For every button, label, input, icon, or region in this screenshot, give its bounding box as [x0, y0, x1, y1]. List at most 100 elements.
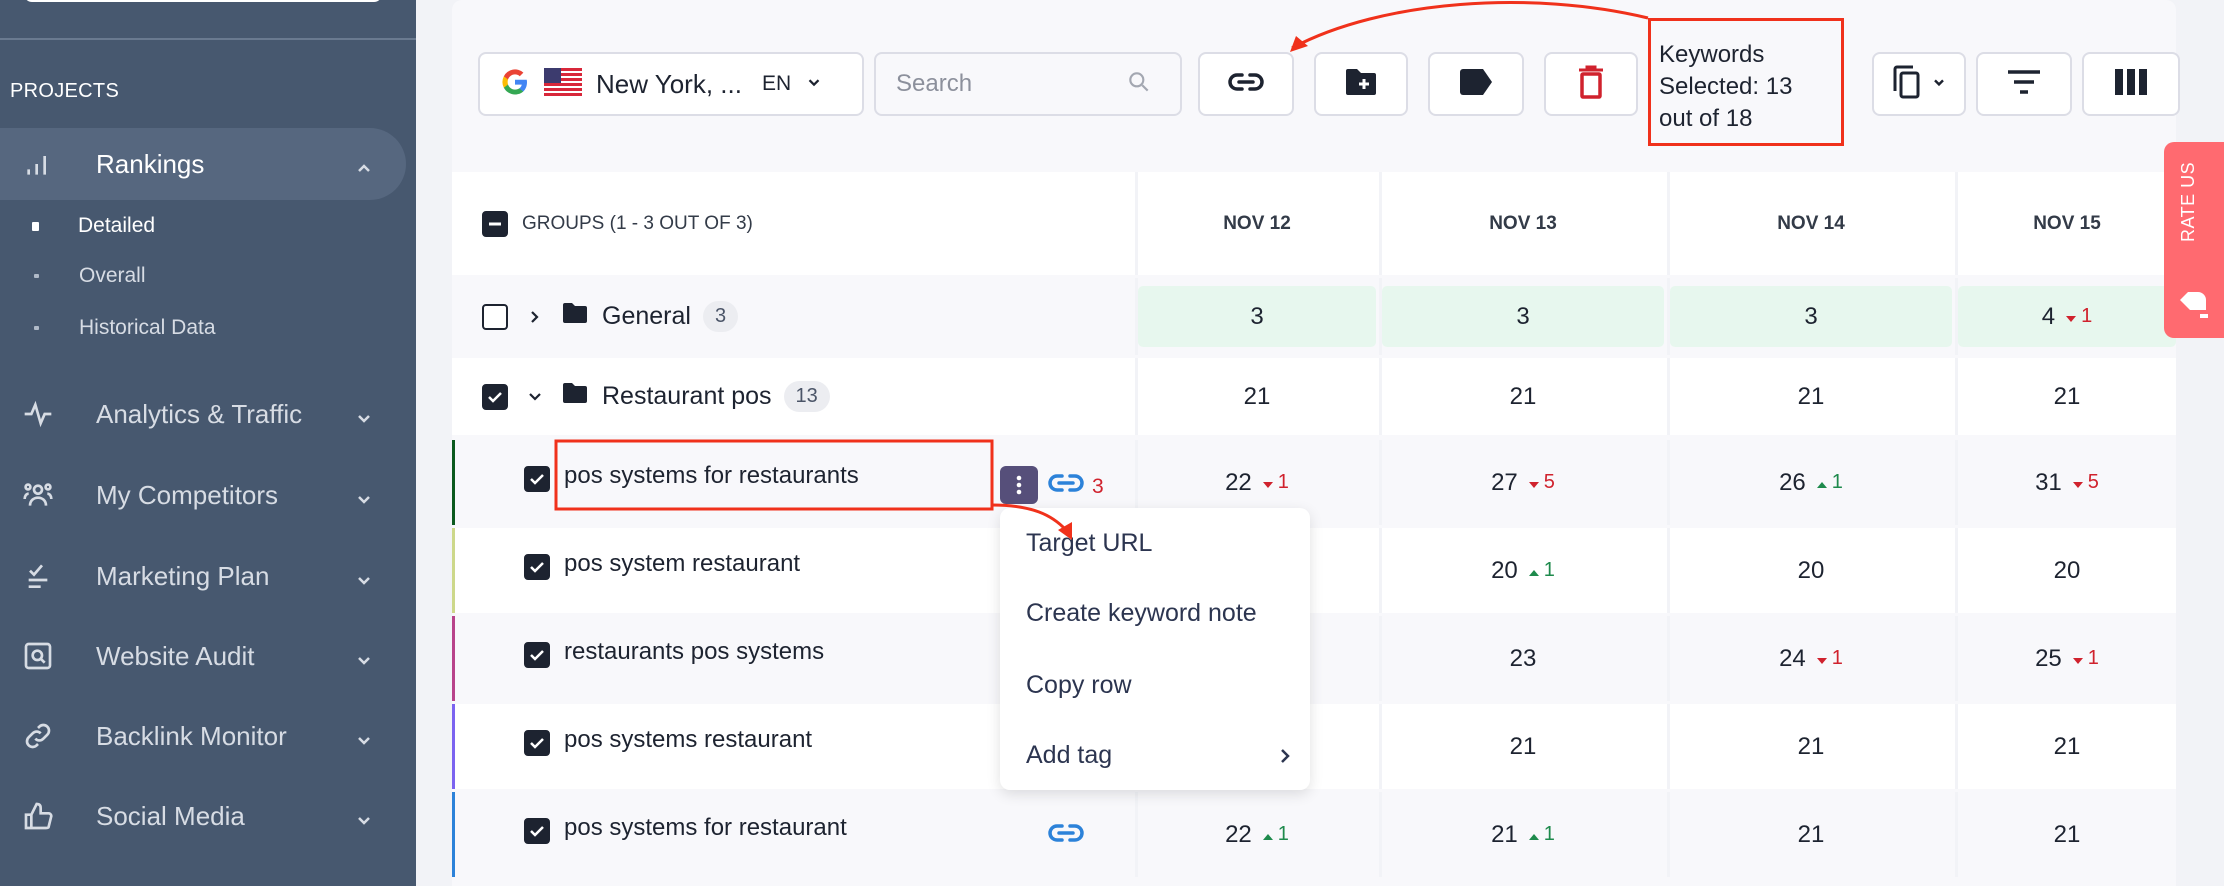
sidebar-item-website-audit[interactable]: Website Audit — [0, 620, 406, 692]
rank-value: 21 — [1797, 820, 1825, 848]
sidebar-subitem-overall[interactable]: Overall — [0, 256, 146, 296]
keyword-row[interactable]: pos systems for restaurant 22 1 21 1 21 21 — [452, 792, 2176, 877]
group-checkbox[interactable] — [482, 303, 508, 330]
chevron-down-icon[interactable] — [354, 404, 374, 424]
menu-item-target-url[interactable]: Target URL — [1000, 508, 1310, 578]
rank-change: 5 — [2087, 471, 2099, 493]
sidebar-item-backlink-monitor[interactable]: Backlink Monitor — [0, 700, 406, 772]
keyword-row[interactable]: pos systems for restaurants 3 22 1 27 5 26 1 31 5 — [452, 440, 2176, 525]
keyword-checkbox[interactable] — [524, 818, 550, 844]
rate-us-tab[interactable]: RATE US — [2164, 142, 2224, 338]
group-checkbox[interactable] — [482, 383, 508, 410]
chevron-down-icon[interactable] — [354, 566, 374, 586]
location-label: New York, ... — [596, 68, 742, 99]
more-options-button[interactable] — [1000, 466, 1038, 504]
rank-cell: 21 1 — [1379, 792, 1664, 877]
table-header-row: GROUPS (1 - 3 OUT OF 3) NOV 12 NOV 13 NO… — [452, 172, 2176, 275]
delete-button[interactable] — [1544, 52, 1638, 116]
rank-cell: 20 — [1955, 528, 2176, 613]
chevron-down-icon[interactable] — [528, 383, 542, 411]
tag-icon — [1458, 68, 1494, 101]
location-selector[interactable]: New York, ... EN — [478, 52, 864, 116]
date-header[interactable]: NOV 14 — [1667, 172, 1952, 275]
rank-change: 1 — [1831, 471, 1843, 493]
menu-item-copy-row[interactable]: Copy row — [1000, 650, 1310, 720]
rank-cell: 23 — [1379, 616, 1664, 701]
group-row[interactable]: General 3 3 3 3 4 1 — [452, 278, 2176, 355]
keyword-checkbox[interactable] — [524, 466, 550, 492]
rank-value: 24 — [1779, 644, 1806, 672]
checklist-icon — [20, 558, 56, 594]
chevron-down-icon[interactable] — [354, 726, 374, 746]
menu-item-add-tag[interactable]: Add tag — [1000, 720, 1310, 790]
sidebar-item-label: My Competitors — [96, 479, 279, 510]
date-header[interactable]: NOV 15 — [1955, 172, 2176, 275]
keyword-checkbox[interactable] — [524, 730, 550, 756]
keyword-checkbox[interactable] — [524, 642, 550, 668]
sidebar-subitem-detailed[interactable]: Detailed — [0, 206, 155, 246]
project-selector[interactable] — [24, 0, 382, 2]
rank-change: 1 — [2087, 647, 2099, 669]
keyword-row[interactable]: restaurants pos systems 23 24 1 25 1 — [452, 616, 2176, 701]
sidebar-item-label: Social Media — [96, 800, 245, 831]
sidebar-subitem-historical-data[interactable]: Historical Data — [0, 308, 216, 348]
group-row[interactable]: Restaurant pos 13 21 21 21 21 — [452, 358, 2176, 435]
sidebar-item-analytics-traffic[interactable]: Analytics & Traffic — [0, 378, 406, 450]
date-header[interactable]: NOV 13 — [1379, 172, 1664, 275]
target-url-link[interactable]: 3 — [1048, 472, 1104, 501]
select-all-checkbox[interactable] — [482, 210, 508, 237]
copy-dropdown-button[interactable] — [1872, 52, 1966, 116]
rank-value: 3 — [1516, 302, 1530, 330]
trash-icon — [1578, 65, 1604, 104]
rank-value: 20 — [1491, 556, 1518, 584]
chevron-right-icon[interactable] — [528, 303, 542, 331]
rank-cell: 21 — [1667, 358, 1952, 435]
url-count: 3 — [1092, 474, 1104, 498]
arrow-down-icon — [1816, 645, 1828, 673]
arrow-up-icon — [1262, 821, 1274, 849]
rank-cell: 24 1 — [1667, 616, 1952, 701]
groups-header-label: GROUPS (1 - 3 OUT OF 3) — [522, 212, 753, 234]
search-input[interactable] — [896, 70, 1126, 98]
target-url-button[interactable] — [1198, 52, 1294, 116]
sidebar-item-marketing-plan[interactable]: Marketing Plan — [0, 540, 406, 612]
rank-cell: 26 1 — [1667, 440, 1952, 525]
arrow-up-icon — [1816, 469, 1828, 497]
language-label: EN — [761, 72, 792, 95]
rank-cell: 21 — [1379, 704, 1664, 789]
columns-button[interactable] — [2082, 52, 2180, 116]
keyword-row[interactable]: pos systems restaurant 21 21 21 — [452, 704, 2176, 789]
tag-button[interactable] — [1428, 52, 1524, 116]
rank-cell: 3 — [1379, 278, 1664, 355]
folder-icon — [562, 302, 588, 331]
menu-item-create-keyword-note[interactable]: Create keyword note — [1000, 578, 1310, 648]
chevron-down-icon[interactable] — [354, 806, 374, 826]
us-flag-icon — [544, 67, 582, 101]
filter-button[interactable] — [1976, 52, 2072, 116]
rank-value: 31 — [2035, 468, 2062, 496]
arrow-down-icon — [2072, 469, 2084, 497]
sidebar-item-rankings[interactable]: Rankings — [0, 128, 406, 200]
rank-cell: 3 — [1135, 278, 1376, 355]
search-icon[interactable] — [1126, 69, 1152, 100]
bar-chart-icon — [20, 146, 56, 182]
arrow-down-icon — [2065, 303, 2077, 331]
rank-value: 3 — [1804, 302, 1818, 330]
keyword-row[interactable]: pos system restaurant 20 1 20 20 — [452, 528, 2176, 613]
target-url-link[interactable] — [1048, 822, 1084, 851]
keyword-checkbox[interactable] — [524, 554, 550, 580]
arrow-down-icon — [1262, 469, 1274, 497]
group-name: General — [602, 302, 691, 330]
date-header[interactable]: NOV 12 — [1135, 172, 1376, 275]
rank-value: 26 — [1779, 468, 1806, 496]
rank-value: 27 — [1491, 468, 1518, 496]
add-to-group-button[interactable] — [1314, 52, 1408, 116]
sidebar-item-my-competitors[interactable]: My Competitors — [0, 459, 406, 531]
chevron-down-icon[interactable] — [354, 485, 374, 505]
rank-value: 23 — [1509, 644, 1537, 672]
chevron-up-icon[interactable] — [354, 154, 374, 174]
rank-change: 1 — [1543, 823, 1555, 845]
sidebar-item-social-media[interactable]: Social Media — [0, 780, 406, 852]
chevron-down-icon[interactable] — [354, 646, 374, 666]
rank-cell: 3 — [1667, 278, 1952, 355]
